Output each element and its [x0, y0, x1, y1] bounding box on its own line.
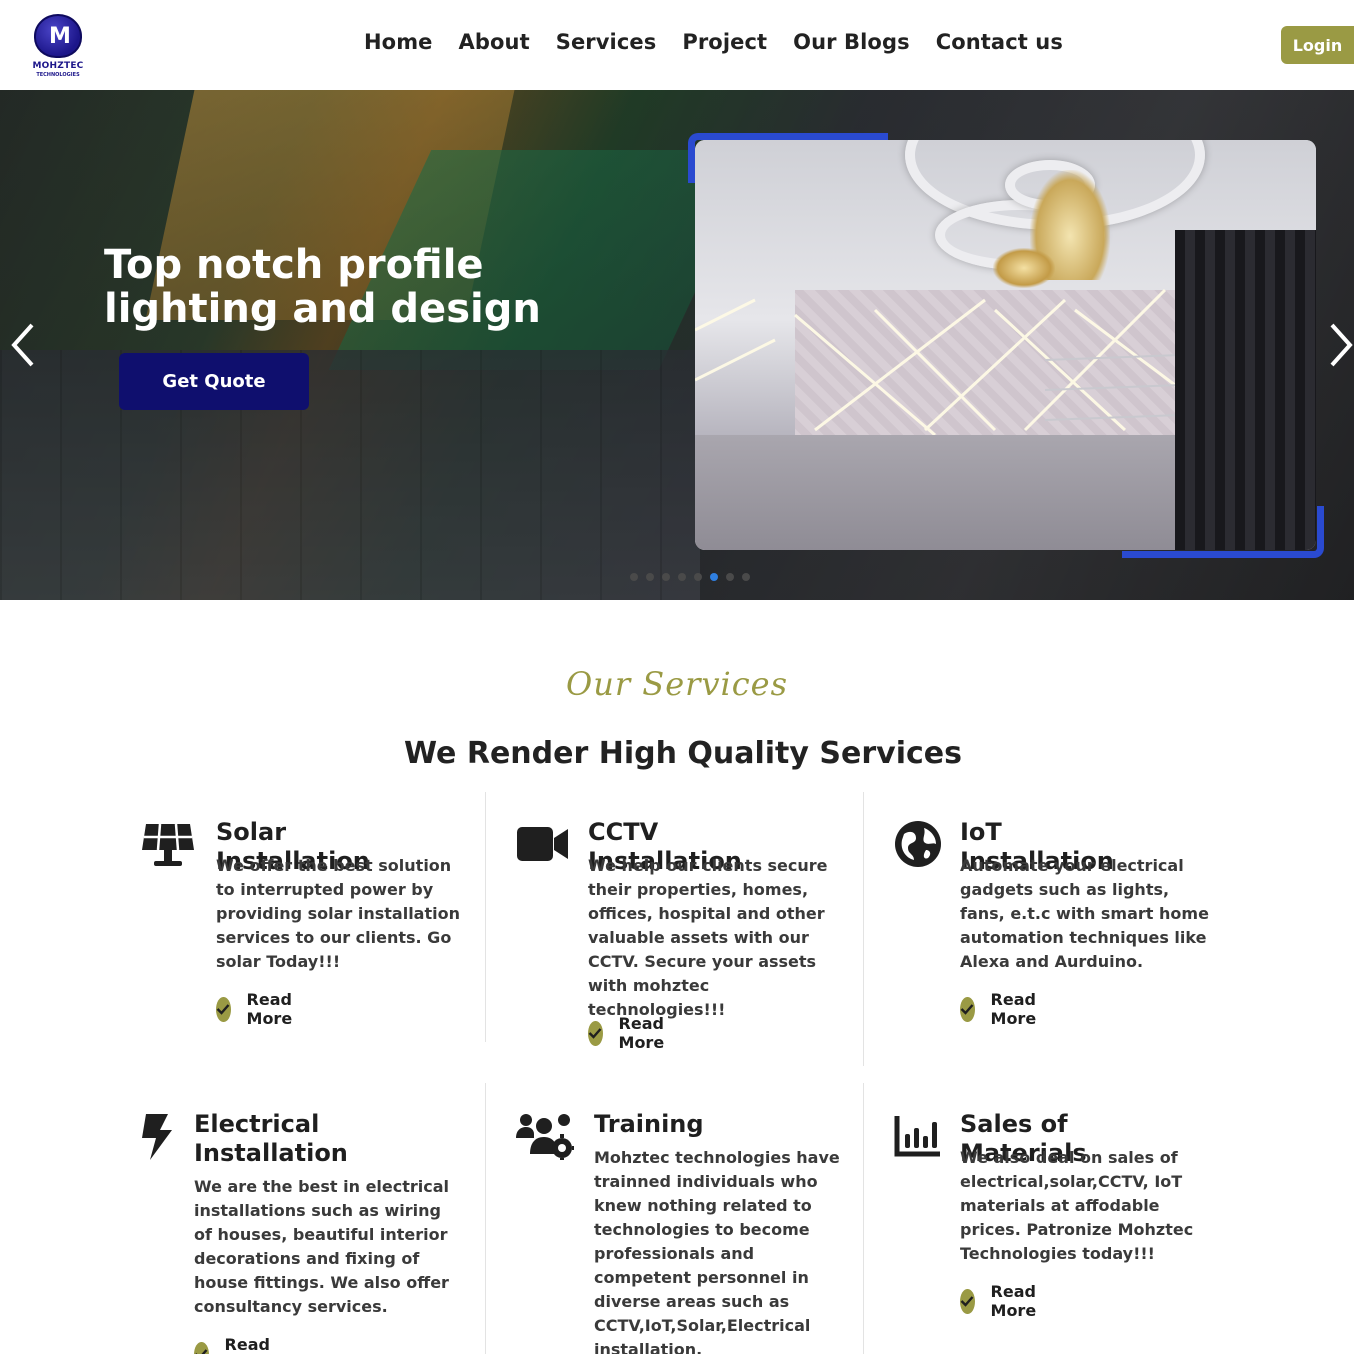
slider-dot[interactable] — [678, 573, 686, 581]
service-description: Automate your electrical gadgets such as… — [960, 856, 1209, 971]
logo-subtitle: TECHNOLOGIES — [36, 72, 80, 78]
column-divider — [485, 792, 486, 1042]
column-divider — [863, 1083, 864, 1354]
hero-background-solar-panel — [0, 350, 700, 600]
check-circle-icon — [960, 1288, 975, 1314]
slider-next-arrow-icon[interactable] — [1328, 322, 1354, 368]
nav-our-blogs[interactable]: Our Blogs — [793, 30, 910, 54]
slider-dot[interactable] — [726, 573, 734, 581]
lightning-bolt-icon — [138, 1112, 194, 1168]
read-more-label: Read More — [990, 990, 1037, 1028]
service-description: We help our clients secure their propert… — [588, 856, 828, 1019]
nav-home[interactable]: Home — [364, 30, 433, 54]
service-title: Electrical Installation — [194, 1110, 348, 1167]
column-divider — [485, 1083, 486, 1354]
nav-about[interactable]: About — [459, 30, 530, 54]
curtain — [1175, 230, 1316, 550]
chandelier-small — [993, 248, 1055, 288]
video-camera-icon — [516, 824, 572, 880]
nav-services[interactable]: Services — [556, 30, 657, 54]
slider-dot[interactable] — [646, 573, 654, 581]
check-circle-icon — [960, 996, 975, 1022]
read-more-link[interactable]: Read More — [194, 1335, 281, 1354]
slider-dot[interactable] — [630, 573, 638, 581]
get-quote-button[interactable]: Get Quote — [119, 353, 309, 410]
service-description: We are the best in electrical installati… — [194, 1177, 450, 1316]
check-circle-icon — [216, 996, 231, 1022]
read-more-link[interactable]: Read More — [216, 990, 303, 1028]
brand-logo[interactable]: M MOHZTEC TECHNOLOGIES — [30, 12, 86, 82]
service-description: We also deal on sales of electrical,sola… — [960, 1148, 1194, 1263]
hero-title: Top notch profile lighting and design — [104, 242, 541, 332]
read-more-label: Read More — [224, 1335, 270, 1354]
users-gear-icon — [516, 1112, 574, 1168]
globe-icon — [894, 820, 950, 876]
read-more-link[interactable]: Read More — [960, 1282, 1047, 1320]
slider-dot[interactable] — [662, 573, 670, 581]
slider-dot[interactable] — [694, 573, 702, 581]
service-title: Training — [594, 1110, 704, 1138]
logo-badge: M — [34, 14, 82, 58]
main-nav: Home About Services Project Our Blogs Co… — [364, 30, 1063, 54]
read-more-link[interactable]: Read More — [588, 1014, 675, 1052]
logo-name: MOHZTEC — [32, 61, 84, 71]
service-description: We offer the best solution to interrupte… — [216, 856, 460, 971]
check-circle-icon — [588, 1020, 603, 1046]
nav-contact-us[interactable]: Contact us — [936, 30, 1063, 54]
read-more-label: Read More — [990, 1282, 1037, 1320]
check-circle-icon — [194, 1341, 209, 1354]
services-script-title: Our Services — [565, 665, 789, 703]
slider-dot[interactable] — [742, 573, 750, 581]
hero-slider: Top notch profile lighting and design Ge… — [0, 90, 1354, 600]
site-header: M MOHZTEC TECHNOLOGIES Home About Servic… — [0, 0, 1354, 90]
column-divider — [863, 792, 864, 1066]
read-more-link[interactable]: Read More — [960, 990, 1047, 1028]
hero-slide-image — [695, 140, 1316, 550]
bar-chart-icon — [894, 1114, 950, 1170]
solar-panel-icon — [140, 820, 196, 876]
services-section-title: We Render High Quality Services — [404, 736, 962, 771]
service-description: Mohztec technologies have trainned indiv… — [594, 1148, 840, 1354]
read-more-label: Read More — [618, 1014, 665, 1052]
nav-project[interactable]: Project — [682, 30, 767, 54]
login-button[interactable]: Login — [1281, 26, 1354, 64]
logo-letter: M — [49, 24, 71, 49]
read-more-label: Read More — [246, 990, 293, 1028]
slider-prev-arrow-icon[interactable] — [10, 322, 36, 368]
slider-dots — [630, 573, 750, 581]
slider-dot[interactable] — [710, 573, 718, 581]
